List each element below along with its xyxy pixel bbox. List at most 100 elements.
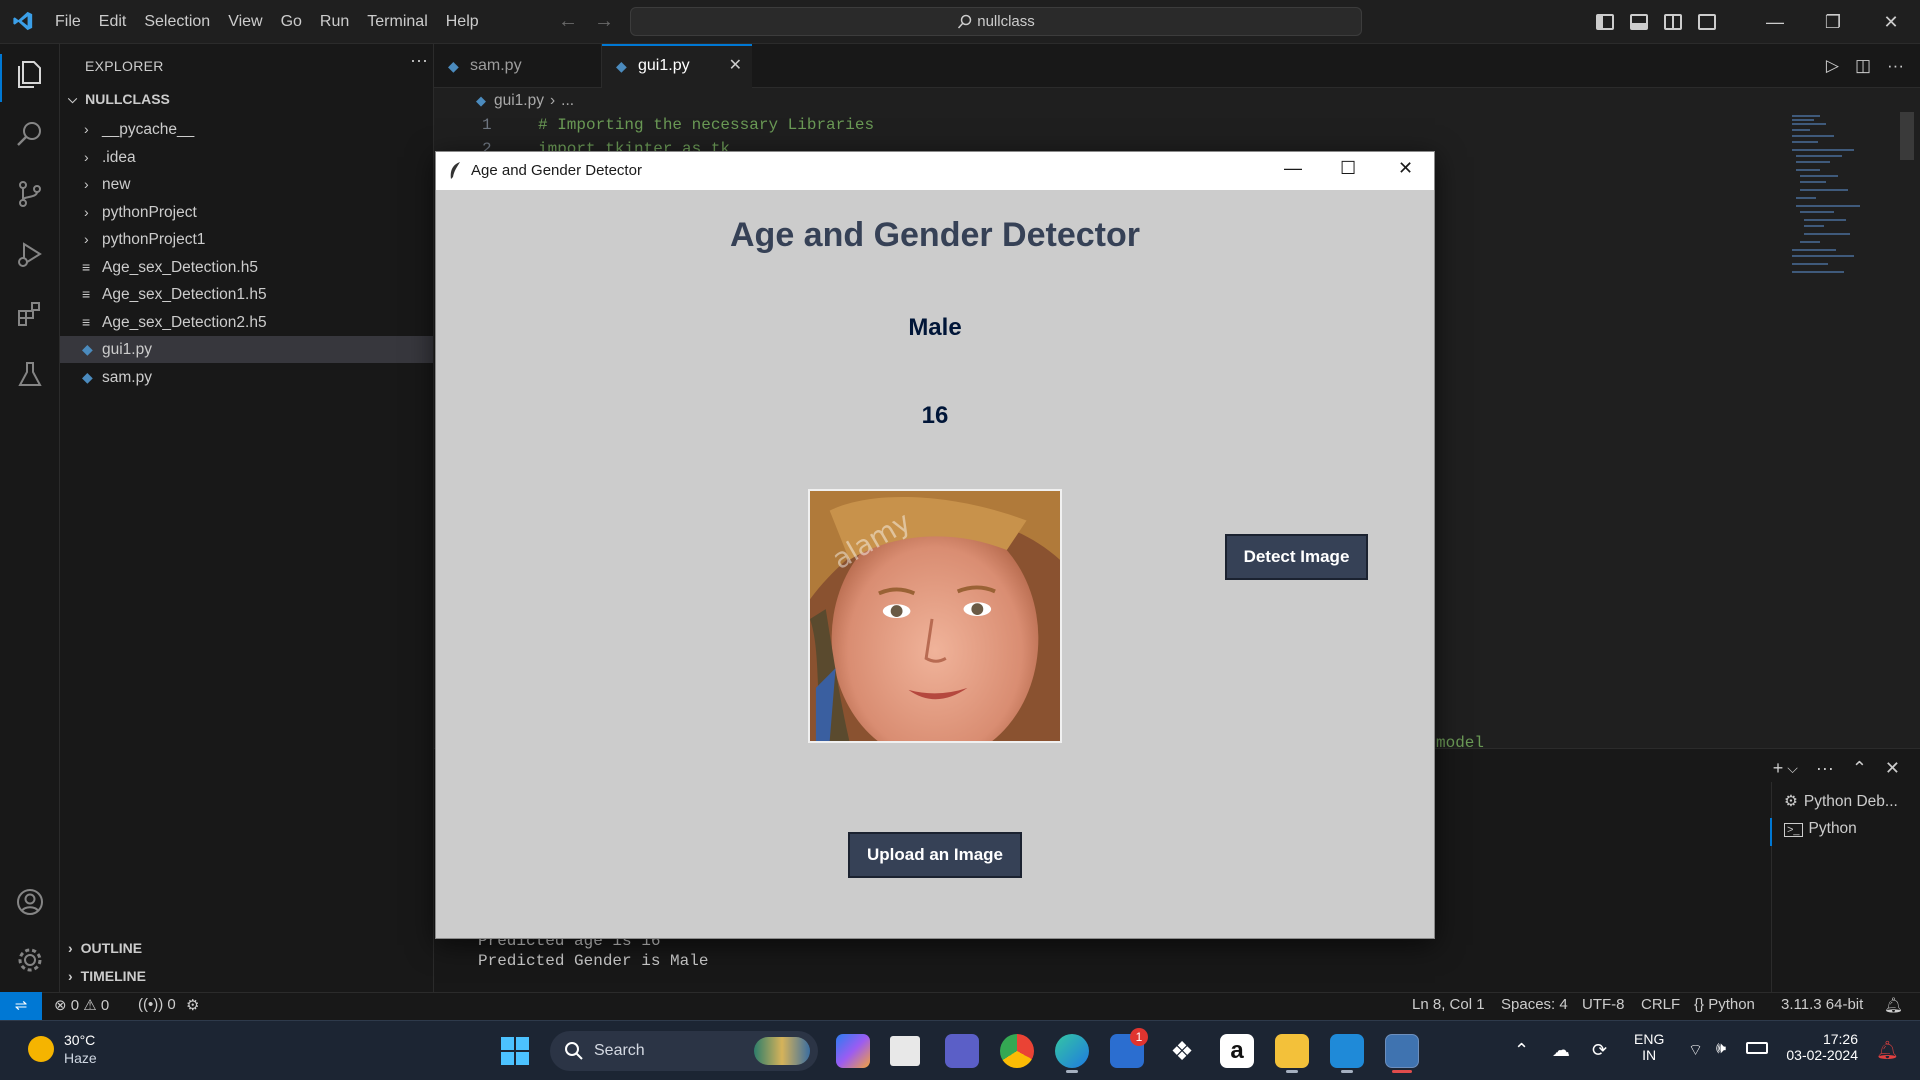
breadcrumb-file[interactable]: gui1.py xyxy=(494,92,544,110)
editor-tabs: ◆ sam.py ◆ gui1.py ✕ xyxy=(434,44,1920,88)
source-control-icon[interactable] xyxy=(14,178,46,210)
explorer-icon[interactable] xyxy=(14,58,46,90)
file-app-icon[interactable] xyxy=(890,1036,920,1066)
tree-item-sam[interactable]: ◆ sam.py xyxy=(60,364,433,391)
new-terminal-icon[interactable]: + xyxy=(1773,758,1784,779)
close-window-icon[interactable]: ✕ xyxy=(1398,158,1413,179)
onedrive-icon[interactable]: ☁ xyxy=(1552,1040,1570,1061)
notifications-bell-icon[interactable]: 🔔︎ xyxy=(1884,996,1903,1014)
volume-icon[interactable]: 🕪︎ xyxy=(1716,1040,1726,1058)
sync-icon[interactable]: ⟳ xyxy=(1592,1040,1607,1061)
language-mode[interactable]: {} Python xyxy=(1694,996,1755,1013)
encoding[interactable]: UTF-8 xyxy=(1582,996,1625,1013)
split-editor-icon[interactable]: ◫ xyxy=(1855,56,1871,76)
chrome-app-icon[interactable] xyxy=(1000,1034,1034,1068)
customize-layout-icon[interactable] xyxy=(1698,14,1716,30)
menu-edit[interactable]: Edit xyxy=(90,0,136,44)
restore-icon[interactable]: ❐ xyxy=(1804,12,1862,33)
close-tab-icon[interactable]: ✕ xyxy=(729,46,742,86)
teams-app-icon[interactable] xyxy=(945,1034,979,1068)
battery-icon[interactable] xyxy=(1746,1042,1768,1054)
menu-view[interactable]: View xyxy=(219,0,271,44)
python-tk-app-icon[interactable] xyxy=(1385,1034,1419,1068)
search-icon[interactable] xyxy=(14,118,46,150)
tree-item-idea[interactable]: › .idea xyxy=(60,144,433,171)
python-interpreter[interactable]: 3.11.3 64-bit xyxy=(1781,996,1863,1013)
maximize-panel-icon[interactable]: ⌃ xyxy=(1852,758,1867,779)
toggle-panel-icon[interactable] xyxy=(1630,14,1648,30)
dropbox-app-icon[interactable]: ❖ xyxy=(1165,1034,1199,1068)
line-ending[interactable]: CRLF xyxy=(1641,996,1680,1013)
tree-item-gui1[interactable]: ◆ gui1.py xyxy=(60,336,433,363)
close-panel-icon[interactable]: ✕ xyxy=(1885,758,1900,779)
vscode-app-icon[interactable] xyxy=(1330,1034,1364,1068)
cursor-position[interactable]: Ln 8, Col 1 xyxy=(1412,996,1485,1013)
upload-image-button[interactable]: Upload an Image xyxy=(848,832,1022,878)
minimap[interactable] xyxy=(1790,112,1890,302)
maximize-icon[interactable]: ☐ xyxy=(1340,158,1356,179)
copilot-app-icon[interactable] xyxy=(836,1034,870,1068)
input-language[interactable]: ENG IN xyxy=(1634,1031,1664,1063)
minimize-icon[interactable]: — xyxy=(1746,12,1804,33)
menu-help[interactable]: Help xyxy=(437,0,488,44)
tab-label: sam.py xyxy=(470,57,522,74)
back-arrow-icon[interactable]: ← xyxy=(558,10,578,32)
edge-app-icon[interactable] xyxy=(1055,1034,1089,1068)
run-file-icon[interactable]: ▷ xyxy=(1826,56,1839,76)
terminal-item-python[interactable]: >_ Python xyxy=(1784,820,1857,838)
clock[interactable]: 17:26 03-02-2024 xyxy=(1778,1031,1858,1063)
wifi-icon[interactable]: ⌔ xyxy=(1688,1040,1703,1060)
tree-item-h5[interactable]: ≡ Age_sex_Detection2.h5 xyxy=(60,309,433,336)
remote-indicator-icon[interactable]: ⇌ xyxy=(0,992,42,1020)
debug-launch-icon[interactable]: ⚙ xyxy=(186,996,199,1014)
folder-root[interactable]: ⌵ NULLCLASS xyxy=(68,91,170,107)
close-window-icon[interactable]: ✕ xyxy=(1862,12,1920,33)
settings-gear-icon[interactable] xyxy=(14,944,46,976)
menu-run[interactable]: Run xyxy=(311,0,358,44)
tree-item-pythonproject1[interactable]: › pythonProject1 xyxy=(60,226,433,253)
more-actions-icon[interactable]: ··· xyxy=(410,50,428,71)
indentation[interactable]: Spaces: 4 xyxy=(1501,996,1568,1013)
amazon-app-icon[interactable]: a xyxy=(1220,1034,1254,1068)
terminal-output-line: Predicted Gender is Male xyxy=(478,952,709,970)
tree-item-pythonproject[interactable]: › pythonProject xyxy=(60,199,433,226)
command-center-label: nullclass xyxy=(977,13,1035,30)
show-hidden-icons-icon[interactable]: ⌃ xyxy=(1514,1040,1529,1061)
tab-sam-py[interactable]: ◆ sam.py xyxy=(434,44,602,88)
tree-item-h5[interactable]: ≡ Age_sex_Detection.h5 xyxy=(60,254,433,281)
menu-terminal[interactable]: Terminal xyxy=(358,0,436,44)
timeline-section[interactable]: › TIMELINE xyxy=(68,968,146,984)
breadcrumb-rest[interactable]: ... xyxy=(561,92,574,110)
menu-file[interactable]: File xyxy=(46,0,90,44)
minimize-icon[interactable]: — xyxy=(1284,158,1302,179)
forward-arrow-icon[interactable]: → xyxy=(594,10,614,32)
outline-section[interactable]: › OUTLINE xyxy=(68,940,142,956)
ports-indicator[interactable]: ((•)) 0 xyxy=(138,996,176,1013)
tree-item-h5[interactable]: ≡ Age_sex_Detection1.h5 xyxy=(60,281,433,308)
file-lines-icon: ≡ xyxy=(82,313,91,330)
editor-scrollbar[interactable] xyxy=(1900,112,1914,160)
more-actions-icon[interactable]: ··· xyxy=(1816,758,1834,779)
extensions-icon[interactable] xyxy=(14,298,46,330)
windows-start-icon[interactable] xyxy=(500,1036,530,1066)
tab-gui1-py[interactable]: ◆ gui1.py ✕ xyxy=(602,44,752,88)
toggle-secondary-sidebar-icon[interactable] xyxy=(1664,14,1682,30)
file-explorer-app-icon[interactable] xyxy=(1275,1034,1309,1068)
run-debug-icon[interactable] xyxy=(14,238,46,270)
notification-bell-icon[interactable]: 🔔︎ xyxy=(1876,1040,1899,1061)
taskbar-search[interactable]: Search xyxy=(550,1031,818,1071)
problems-indicator[interactable]: ⊗ 0 ⚠ 0 xyxy=(54,996,109,1014)
tree-item-new[interactable]: › new xyxy=(60,171,433,198)
detect-image-button[interactable]: Detect Image xyxy=(1225,534,1368,580)
more-actions-icon[interactable]: ··· xyxy=(1887,56,1904,76)
accounts-icon[interactable] xyxy=(14,886,46,918)
menu-selection[interactable]: Selection xyxy=(135,0,219,44)
toggle-primary-sidebar-icon[interactable] xyxy=(1596,14,1614,30)
testing-icon[interactable] xyxy=(14,358,46,390)
menu-go[interactable]: Go xyxy=(272,0,311,44)
terminal-item-python-debug[interactable]: ⚙ Python Deb... xyxy=(1784,792,1898,811)
command-center[interactable]: nullclass xyxy=(630,7,1362,36)
tree-item-pycache[interactable]: › __pycache__ xyxy=(60,116,433,143)
panel-actions: + ⌵ ··· ⌃ ✕ xyxy=(1755,758,1900,779)
terminal-dropdown-icon[interactable]: ⌵ xyxy=(1787,760,1798,777)
